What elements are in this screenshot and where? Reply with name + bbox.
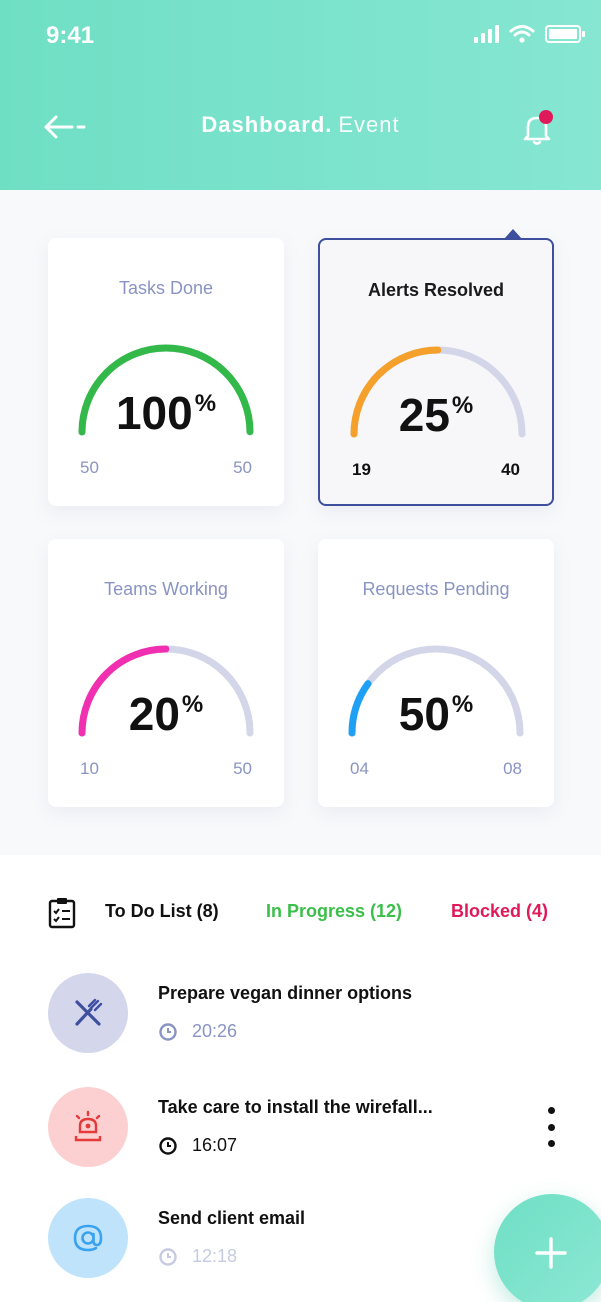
percent-value: 20% [48, 687, 284, 741]
clock-icon [159, 1247, 177, 1266]
nav-bar: Dashboard. Event [0, 104, 601, 148]
stat-card-alerts-resolved[interactable]: Alerts Resolved 25% 19 40 [318, 229, 554, 506]
page-title-main: Dashboard. [201, 112, 333, 137]
stats-area: Tasks Done 100% 50 50 Alerts Resolved 25… [0, 190, 601, 855]
stat-card-tasks-done[interactable]: Tasks Done 100% 50 50 [48, 238, 284, 506]
status-bar: 9:41 [0, 18, 601, 54]
card-label: Tasks Done [118, 278, 214, 298]
stat-card-requests-pending[interactable]: Requests Pending 50% 04 08 [318, 539, 554, 807]
card-label: Alerts Resolved [367, 280, 505, 300]
percent-value: 25% [320, 388, 552, 442]
task-avatar [48, 973, 128, 1053]
battery-icon [545, 25, 585, 43]
task-time: 12:18 [158, 1246, 237, 1267]
percent-number: 25 [398, 389, 450, 441]
percent-value: 50% [318, 687, 554, 741]
task-avatar [48, 1087, 128, 1167]
percent-number: 50 [398, 688, 450, 740]
status-icons [474, 24, 585, 44]
card-label: Teams Working [104, 579, 228, 599]
clock-icon [159, 1022, 177, 1041]
checklist-icon [48, 898, 76, 929]
cutlery-icon [75, 998, 103, 1026]
task-item[interactable]: Take care to install the wirefall... 16:… [0, 1087, 601, 1187]
task-time: 16:07 [158, 1135, 237, 1156]
more-options-button[interactable] [543, 1107, 559, 1147]
percent-value: 100% [48, 386, 284, 440]
percent-sign: % [451, 392, 474, 419]
clock-icon [159, 1136, 177, 1155]
percent-number: 20 [128, 688, 180, 740]
min-value: 10 [80, 759, 99, 778]
max-value: 50 [233, 759, 252, 778]
min-value: 19 [352, 460, 371, 479]
header: 9:41 Dashboard. Event [0, 0, 601, 190]
at-sign-icon [73, 1224, 103, 1252]
task-time-label: 16:07 [192, 1135, 238, 1155]
min-value: 50 [80, 458, 99, 477]
task-title: Take care to install the wirefall... [158, 1097, 433, 1117]
more-dot [547, 1123, 555, 1131]
stat-card-teams-working[interactable]: Teams Working 20% 10 50 [48, 539, 284, 807]
percent-sign: % [451, 691, 474, 718]
tab-todo-list[interactable]: To Do List (8) [105, 901, 219, 922]
min-value: 04 [350, 759, 369, 778]
notifications-button[interactable] [517, 108, 557, 148]
max-value: 50 [233, 458, 252, 477]
signal-icon [474, 25, 499, 43]
percent-sign: % [181, 691, 204, 718]
notification-badge [539, 110, 553, 124]
task-avatar [48, 1198, 128, 1278]
page-title-sub: Event [338, 112, 400, 137]
percent-sign: % [194, 390, 217, 417]
tab-in-progress[interactable]: In Progress (12) [266, 901, 402, 922]
task-title: Send client email [158, 1208, 306, 1228]
task-time: 20:26 [158, 1021, 237, 1042]
wifi-icon [509, 25, 535, 43]
task-title: Prepare vegan dinner options [158, 983, 413, 1003]
page-title: Dashboard. Event [0, 112, 601, 138]
percent-number: 100 [115, 387, 193, 439]
plus-icon [535, 1237, 567, 1269]
task-item[interactable]: Prepare vegan dinner options 20:26 [0, 973, 601, 1073]
max-value: 08 [503, 759, 522, 778]
tab-blocked[interactable]: Blocked (4) [451, 901, 548, 922]
task-time-label: 12:18 [192, 1246, 238, 1266]
alarm-light-icon [74, 1110, 102, 1142]
more-dot [547, 1140, 555, 1147]
max-value: 40 [501, 460, 520, 479]
add-task-button[interactable] [494, 1194, 601, 1302]
more-dot [547, 1107, 555, 1114]
task-time-label: 20:26 [192, 1021, 238, 1041]
card-label: Requests Pending [362, 579, 510, 599]
status-time: 9:41 [46, 22, 95, 49]
tabs-row: To Do List (8) In Progress (12) Blocked … [0, 895, 601, 935]
